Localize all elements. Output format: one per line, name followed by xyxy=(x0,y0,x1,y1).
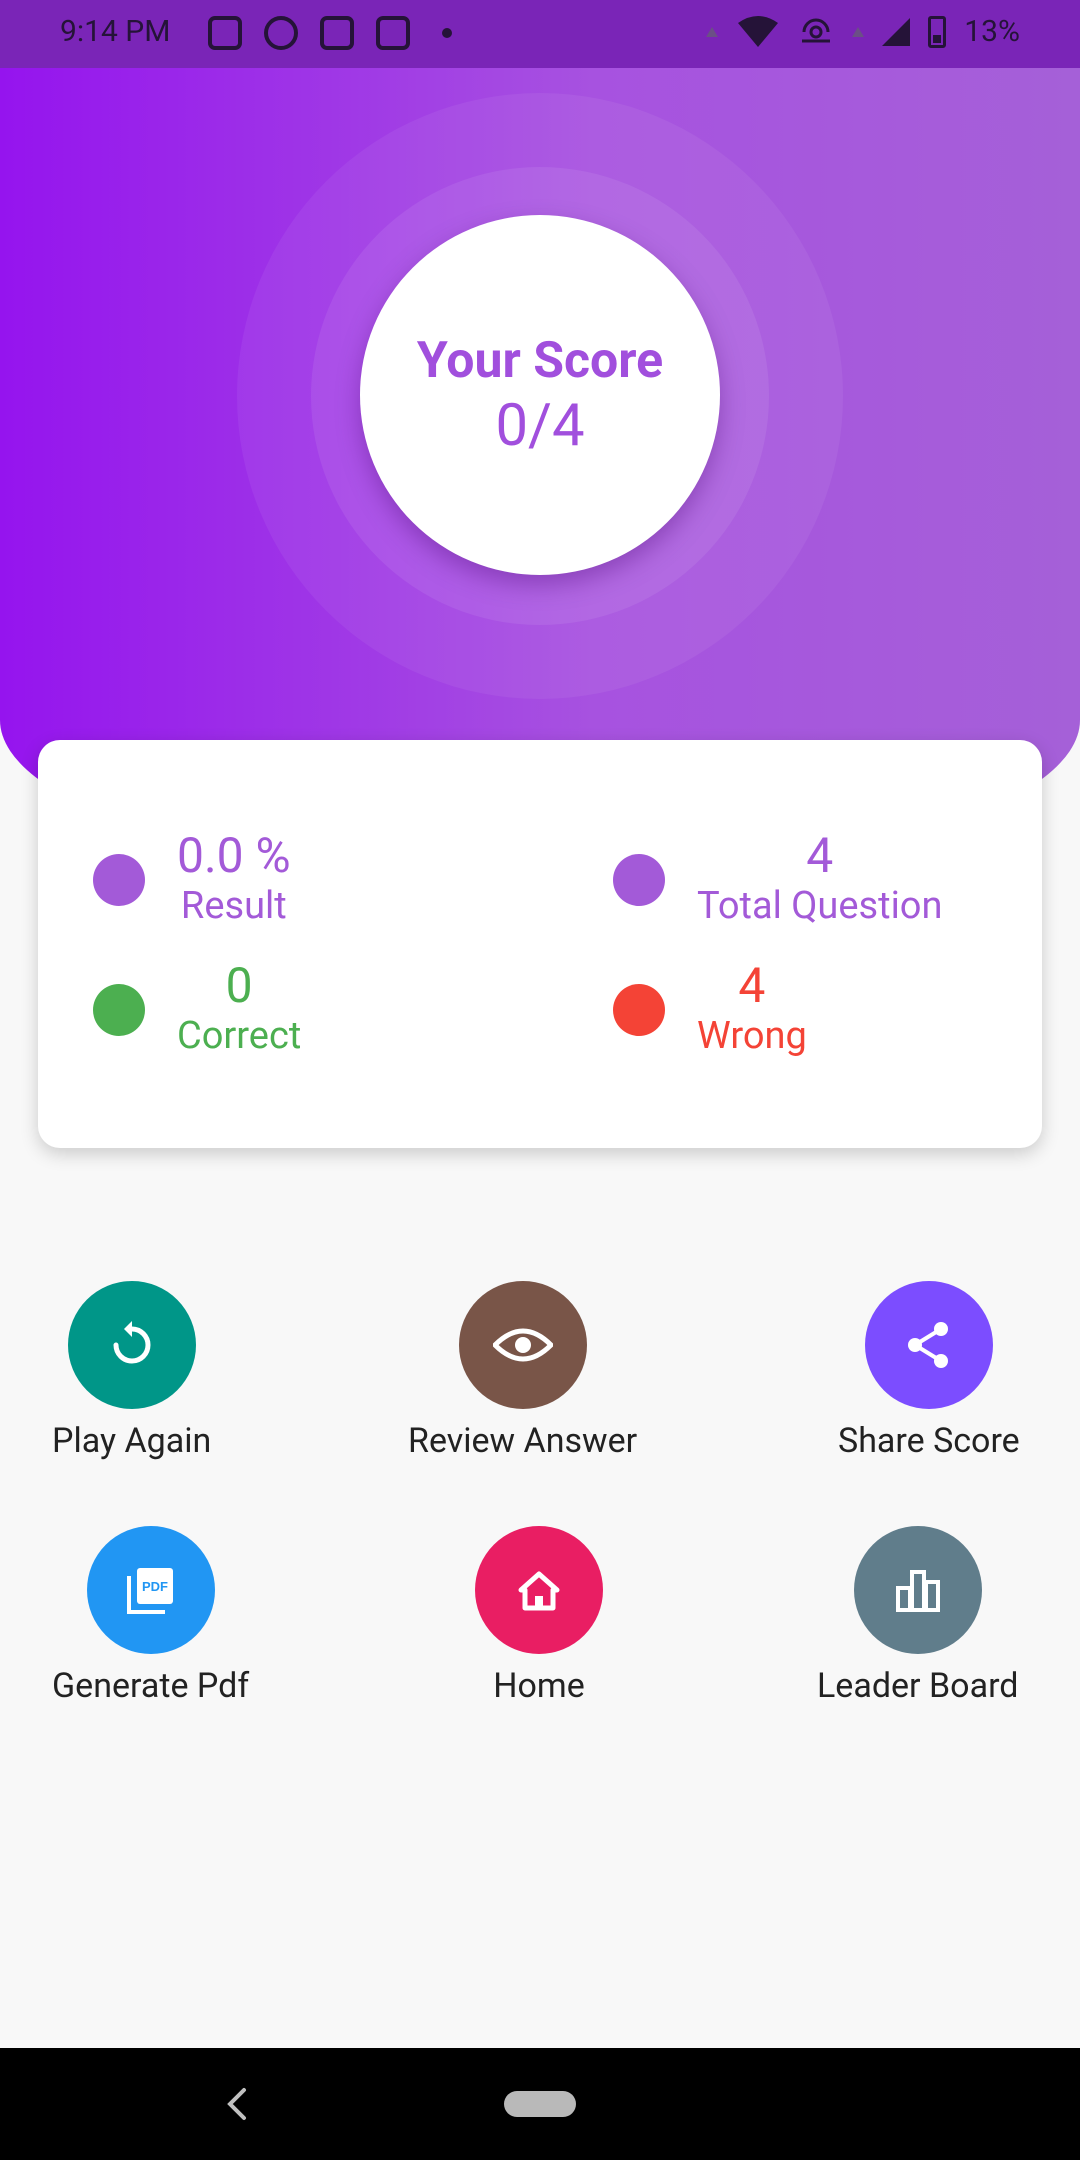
stat-wrong: 4 Wrong xyxy=(613,960,807,1060)
stat-result: 0.0 % Result xyxy=(93,830,291,930)
correct-dot-icon xyxy=(93,984,145,1036)
data-activity-icon xyxy=(852,26,865,37)
review-answer-button[interactable]: Review Answer xyxy=(408,1281,637,1461)
wrong-dot-icon xyxy=(613,984,665,1036)
score-label: Your Score xyxy=(416,332,664,390)
app-notification-icon xyxy=(320,16,354,50)
wrong-label: Wrong xyxy=(697,1014,807,1058)
stat-correct: 0 Correct xyxy=(93,960,301,1060)
replay-icon[interactable] xyxy=(67,1281,196,1409)
hotspot-icon xyxy=(802,18,831,42)
share-score-button[interactable]: Share Score xyxy=(838,1281,1020,1461)
share-score-label: Share Score xyxy=(838,1421,1020,1461)
leaderboard-icon[interactable] xyxy=(853,1526,982,1654)
app-notification-icon xyxy=(376,16,410,50)
leader-board-label: Leader Board xyxy=(817,1666,1019,1706)
svg-text:PDF: PDF xyxy=(142,1579,168,1594)
score-circle: Your Score 0/4 xyxy=(360,215,720,575)
home-button[interactable]: Home xyxy=(475,1526,603,1706)
correct-value: 0 xyxy=(225,957,253,1014)
eye-icon[interactable] xyxy=(458,1281,587,1409)
generate-pdf-label: Generate Pdf xyxy=(52,1666,250,1706)
battery-icon xyxy=(928,15,947,48)
total-value: 4 xyxy=(806,827,834,884)
play-again-button[interactable]: Play Again xyxy=(52,1281,211,1461)
correct-label: Correct xyxy=(177,1014,302,1058)
result-value: 0.0 % xyxy=(177,827,291,884)
status-bar: 9:14 PM 13% xyxy=(0,0,1080,68)
stats-card: 0.0 % Result 4 Total Question 0 Correct … xyxy=(38,740,1042,1148)
home-icon[interactable] xyxy=(475,1526,603,1654)
score-value: 0/4 xyxy=(495,392,585,460)
play-again-label: Play Again xyxy=(52,1421,212,1461)
wifi-icon xyxy=(738,15,779,47)
whatsapp-icon xyxy=(264,16,298,50)
quiz-result-screen: 9:14 PM 13% Your Score 0/4 0.0 % Result … xyxy=(0,0,1080,2160)
total-label: Total Question xyxy=(697,884,943,928)
review-answer-label: Review Answer xyxy=(408,1421,638,1461)
more-notifications-icon xyxy=(442,28,452,38)
wrong-value: 4 xyxy=(738,957,766,1014)
system-icons: 13% xyxy=(706,14,1020,49)
battery-percentage: 13% xyxy=(964,14,1020,49)
result-dot-icon xyxy=(93,854,145,906)
total-dot-icon xyxy=(613,854,665,906)
cell-signal-icon xyxy=(882,17,911,46)
notification-icons xyxy=(208,16,452,50)
generate-pdf-button[interactable]: PDF Generate Pdf xyxy=(52,1526,249,1706)
home-nav-pill[interactable] xyxy=(504,2091,576,2117)
share-icon[interactable] xyxy=(864,1281,993,1409)
back-nav-icon[interactable] xyxy=(218,2084,254,2124)
status-time: 9:14 PM xyxy=(60,14,171,49)
message-icon xyxy=(208,16,242,50)
pdf-icon[interactable]: PDF xyxy=(86,1526,215,1654)
home-label: Home xyxy=(493,1666,585,1706)
leader-board-button[interactable]: Leader Board xyxy=(817,1526,1018,1706)
data-activity-icon xyxy=(706,26,719,37)
stat-total-question: 4 Total Question xyxy=(613,830,942,930)
result-label: Result xyxy=(180,884,287,928)
